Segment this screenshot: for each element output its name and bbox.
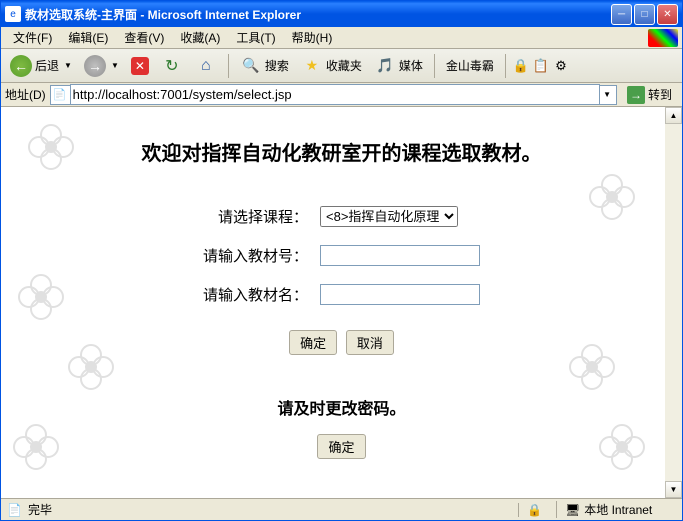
stop-button[interactable]: ✕: [126, 54, 154, 78]
forward-button[interactable]: → ▼: [79, 52, 124, 80]
go-arrow-icon: →: [627, 86, 645, 104]
statusbar: 📄 完毕 🔒 🖥 本地 Intranet: [1, 498, 682, 520]
material-name-input[interactable]: [320, 284, 480, 305]
chevron-down-icon: ▼: [64, 61, 72, 70]
search-label: 搜索: [265, 57, 289, 74]
ie-icon: e: [5, 6, 21, 22]
minimize-button[interactable]: ─: [611, 4, 632, 25]
status-panel-lock: 🔒: [518, 503, 550, 517]
flower-decoration-icon: [6, 417, 66, 477]
back-arrow-icon: ←: [10, 55, 32, 77]
password-notice: 请及时更改密码。: [41, 395, 642, 419]
refresh-button[interactable]: ↻: [156, 52, 188, 80]
go-button[interactable]: → 转到: [621, 84, 678, 106]
material-id-input[interactable]: [320, 245, 480, 266]
flower-decoration-icon: [61, 337, 121, 397]
menu-favorites[interactable]: 收藏(A): [172, 27, 228, 48]
star-icon: ★: [301, 55, 323, 77]
windows-logo-icon: [648, 29, 678, 47]
go-label: 转到: [648, 86, 672, 103]
separator: [434, 54, 435, 78]
window-title: 教材选取系统-主界面 - Microsoft Internet Explorer: [25, 6, 611, 23]
home-icon: ⌂: [195, 55, 217, 77]
forward-arrow-icon: →: [84, 55, 106, 77]
menu-edit[interactable]: 编辑(E): [60, 27, 116, 48]
home-button[interactable]: ⌂: [190, 52, 222, 80]
button-row: 确定 取消: [41, 330, 642, 355]
password-button-row: 确定: [41, 434, 642, 459]
toolbar: ← 后退 ▼ → ▼ ✕ ↻ ⌂ 🔍 搜索 ★ 收藏夹 🎵 媒体 金山毒霸 🔒 …: [1, 49, 682, 83]
cancel-button[interactable]: 取消: [346, 330, 394, 355]
password-confirm-button[interactable]: 确定: [317, 434, 365, 459]
material-name-label: 请输入教材名：: [198, 276, 313, 313]
favorites-button[interactable]: ★ 收藏夹: [296, 52, 367, 80]
separator: [228, 54, 229, 78]
flower-decoration-icon: [562, 337, 622, 397]
back-label: 后退: [35, 57, 59, 74]
url-input[interactable]: [70, 84, 600, 105]
flower-decoration-icon: [582, 167, 642, 227]
form-table: 请选择课程： <8>指挥自动化原理 请输入教材号： 请输入教材名：: [196, 196, 487, 315]
done-icon: 📄: [7, 503, 22, 517]
media-icon: 🎵: [374, 55, 396, 77]
favorites-label: 收藏夹: [326, 57, 362, 74]
submit-button[interactable]: 确定: [289, 330, 337, 355]
material-id-label: 请输入教材号：: [198, 237, 313, 274]
menu-view[interactable]: 查看(V): [116, 27, 172, 48]
flower-decoration-icon: [21, 117, 81, 177]
zone-label: 本地 Intranet: [584, 501, 652, 518]
maximize-button[interactable]: □: [634, 4, 655, 25]
menu-file[interactable]: 文件(F): [5, 27, 60, 48]
course-label: 请选择课程：: [198, 198, 313, 235]
address-input-wrap[interactable]: 📄 ▼: [50, 85, 617, 105]
toolbar-extra-1[interactable]: 🔒: [512, 57, 530, 75]
media-button[interactable]: 🎵 媒体: [369, 52, 428, 80]
status-text: 完毕: [28, 501, 489, 518]
addressbar: 地址(D) 📄 ▼ → 转到: [1, 83, 682, 107]
flower-decoration-icon: [11, 267, 71, 327]
content-area: ▲ ▼ 欢迎对指挥自动化教研室开的课程选取教材。 请选择课程： <8>指挥自动化…: [1, 107, 682, 498]
kingsoft-button[interactable]: 金山毒霸: [441, 54, 499, 77]
course-select[interactable]: <8>指挥自动化原理: [320, 206, 458, 227]
search-icon: 🔍: [240, 55, 262, 77]
chevron-down-icon: ▼: [111, 61, 119, 70]
menu-help[interactable]: 帮助(H): [284, 27, 341, 48]
media-label: 媒体: [399, 57, 423, 74]
stop-icon: ✕: [131, 57, 149, 75]
close-button[interactable]: ✕: [657, 4, 678, 25]
page-heading: 欢迎对指挥自动化教研室开的课程选取教材。: [41, 137, 642, 166]
search-button[interactable]: 🔍 搜索: [235, 52, 294, 80]
zone-panel: 🖥 本地 Intranet: [556, 501, 676, 518]
flower-decoration-icon: [592, 417, 652, 477]
titlebar[interactable]: e 教材选取系统-主界面 - Microsoft Internet Explor…: [1, 1, 682, 27]
menu-tools[interactable]: 工具(T): [228, 27, 283, 48]
toolbar-extra-3[interactable]: ⚙: [552, 57, 570, 75]
intranet-icon: 🖥: [565, 503, 580, 517]
refresh-icon: ↻: [161, 55, 183, 77]
page-icon: 📄: [53, 88, 67, 102]
kingsoft-label: 金山毒霸: [446, 57, 494, 74]
back-button[interactable]: ← 后退 ▼: [5, 52, 77, 80]
address-label: 地址(D): [5, 86, 46, 103]
address-dropdown[interactable]: ▼: [600, 90, 614, 99]
menubar: 文件(F) 编辑(E) 查看(V) 收藏(A) 工具(T) 帮助(H): [1, 27, 682, 49]
toolbar-extra-2[interactable]: 📋: [532, 57, 550, 75]
page-body: 欢迎对指挥自动化教研室开的课程选取教材。 请选择课程： <8>指挥自动化原理 请…: [1, 107, 682, 498]
separator: [505, 54, 506, 78]
